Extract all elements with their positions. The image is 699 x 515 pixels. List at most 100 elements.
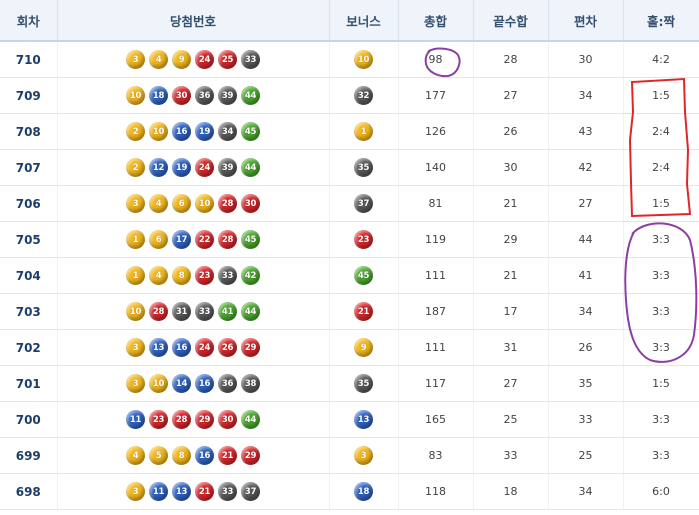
bonus-ball-wrap: 35 [330,374,398,393]
table-row: 702 3 13 16 24 26 29 9 111 31 26 3:3 [0,329,699,366]
table-row: 705 1 6 17 22 28 45 23 119 29 44 3:3 [0,221,699,258]
sum-cell: 111 [398,329,474,366]
number-ball: 19 [195,122,214,141]
last-digit-sum-cell: 30 [473,149,549,186]
bonus-ball: 37 [354,194,373,213]
number-ball: 3 [126,374,145,393]
odd-even-cell: 6:0 [623,473,699,510]
number-balls: 3 4 9 24 25 33 [58,50,329,69]
number-balls: 10 18 30 36 39 44 [58,86,329,105]
bonus-ball: 13 [354,410,373,429]
deviation-cell: 34 [548,77,624,114]
draw-number[interactable]: 706 [0,185,58,222]
number-ball: 33 [195,302,214,321]
number-ball: 3 [126,482,145,501]
draw-number[interactable]: 707 [0,149,58,186]
deviation-cell: 43 [548,113,624,150]
draw-number[interactable]: 701 [0,365,58,402]
bonus-ball: 9 [354,338,373,357]
number-balls: 1 4 8 23 33 42 [58,266,329,285]
last-digit-sum-cell: 25 [473,401,549,438]
sum-cell: 140 [398,149,474,186]
number-ball: 25 [218,50,237,69]
winning-numbers-cell: 10 18 30 36 39 44 [57,77,330,114]
odd-even-cell: 3:3 [623,329,699,366]
number-ball: 10 [126,86,145,105]
number-ball: 4 [149,194,168,213]
number-ball: 28 [218,230,237,249]
header-winning-numbers[interactable]: 당첨번호 [57,0,330,42]
header-odd-even[interactable]: 홀:짝 [623,0,699,42]
table-row: 701 3 10 14 16 36 38 35 117 27 35 1:5 [0,365,699,402]
winning-numbers-cell: 2 12 19 24 39 44 [57,149,330,186]
number-ball: 44 [241,302,260,321]
draw-number[interactable]: 699 [0,437,58,474]
number-ball: 28 [172,410,191,429]
draw-number[interactable]: 705 [0,221,58,258]
number-ball: 21 [195,482,214,501]
deviation-cell: 41 [548,257,624,294]
number-balls: 2 12 19 24 39 44 [58,158,329,177]
draw-number[interactable]: 702 [0,329,58,366]
table-row: 704 1 4 8 23 33 42 45 111 21 41 3:3 [0,257,699,294]
bonus-cell: 10 [329,41,399,78]
odd-even-cell: 3:3 [623,221,699,258]
odd-even-cell: 3:3 [623,401,699,438]
draw-number[interactable]: 703 [0,293,58,330]
table-header-row: 회차 당첨번호 보너스 총합 끝수합 편차 홀:짝 [0,0,699,42]
odd-even-cell: 1:5 [623,365,699,402]
bonus-ball-wrap: 35 [330,158,398,177]
deviation-cell: 27 [548,185,624,222]
last-digit-sum-cell: 18 [473,473,549,510]
deviation-cell: 26 [548,329,624,366]
odd-even-cell: 2:4 [623,149,699,186]
number-balls: 2 10 16 19 34 45 [58,122,329,141]
odd-even-cell: 3:3 [623,257,699,294]
number-ball: 3 [126,50,145,69]
bonus-cell: 35 [329,365,399,402]
draw-number[interactable]: 710 [0,41,58,78]
bonus-cell: 21 [329,293,399,330]
draw-number[interactable]: 700 [0,401,58,438]
number-ball: 33 [241,50,260,69]
deviation-cell: 44 [548,221,624,258]
last-digit-sum-cell: 28 [473,41,549,78]
sum-cell: 111 [398,257,474,294]
draw-number[interactable]: 708 [0,113,58,150]
bonus-ball-wrap: 3 [330,446,398,465]
number-ball: 4 [149,266,168,285]
number-ball: 21 [218,446,237,465]
bonus-cell: 35 [329,149,399,186]
winning-numbers-cell: 3 10 14 16 36 38 [57,365,330,402]
table-row: 707 2 12 19 24 39 44 35 140 30 42 2:4 [0,149,699,186]
deviation-cell: 34 [548,473,624,510]
bonus-ball-wrap: 13 [330,410,398,429]
bonus-ball: 32 [354,86,373,105]
number-ball: 4 [126,446,145,465]
header-bonus[interactable]: 보너스 [329,0,399,42]
number-ball: 10 [126,302,145,321]
number-ball: 11 [149,482,168,501]
number-balls: 11 23 28 29 30 44 [58,410,329,429]
number-ball: 44 [241,158,260,177]
draw-number[interactable]: 698 [0,473,58,510]
number-ball: 39 [218,86,237,105]
draw-number[interactable]: 709 [0,77,58,114]
bonus-cell: 37 [329,185,399,222]
number-ball: 36 [218,374,237,393]
header-deviation[interactable]: 편차 [548,0,624,42]
number-balls: 3 4 6 10 28 30 [58,194,329,213]
header-sum[interactable]: 총합 [398,0,474,42]
header-last-digit-sum[interactable]: 끝수합 [473,0,549,42]
bonus-ball-wrap: 32 [330,86,398,105]
number-ball: 6 [172,194,191,213]
number-ball: 45 [241,230,260,249]
draw-number[interactable]: 704 [0,257,58,294]
header-draw[interactable]: 회차 [0,0,58,42]
bonus-cell: 1 [329,113,399,150]
last-digit-sum-cell: 21 [473,185,549,222]
table-row: 703 10 28 31 33 41 44 21 187 17 34 3:3 [0,293,699,330]
deviation-cell: 33 [548,401,624,438]
bonus-cell: 23 [329,221,399,258]
winning-numbers-cell: 3 11 13 21 33 37 [57,473,330,510]
